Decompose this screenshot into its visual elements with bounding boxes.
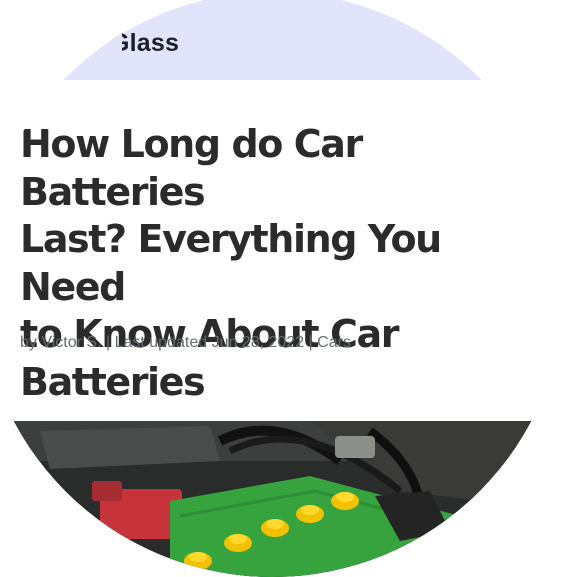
author-link[interactable]: Victor S. <box>41 334 101 351</box>
circular-crop: Glass How Long do Car Batteries Last? Ev… <box>0 0 565 577</box>
car-battery-photo <box>0 421 565 577</box>
category-link[interactable]: Cars <box>317 334 351 351</box>
site-logo[interactable]: Glass <box>100 29 179 58</box>
article-title-line-1: How Long do Car Batteries <box>20 122 363 214</box>
meta-separator: | <box>105 334 111 351</box>
meta-separator: | <box>308 334 313 351</box>
hero-image <box>0 421 565 577</box>
article-title-line-4: Batteries <box>20 359 206 404</box>
article-title: How Long do Car Batteries Last? Everythi… <box>20 121 520 406</box>
article-meta: by Victor S. | Last updated Jun 28, 2022… <box>20 334 351 352</box>
meta-by: by <box>20 334 37 351</box>
article-title-line-2: Last? Everything You Need <box>20 217 442 309</box>
site-header: Glass <box>0 0 565 80</box>
last-updated-date: Last updated Jun 28, 2022 <box>114 334 305 351</box>
